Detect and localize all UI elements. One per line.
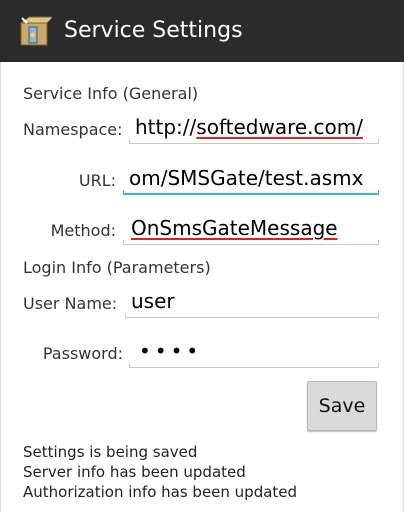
service-info-header: Service Info (General) xyxy=(23,84,199,103)
password-label: Password: xyxy=(42,344,123,363)
url-label: URL: xyxy=(78,171,116,190)
method-input[interactable]: OnSmsGateMessage xyxy=(123,213,379,247)
app-title: Service Settings xyxy=(64,18,243,43)
username-value: user xyxy=(131,289,175,313)
password-underline xyxy=(129,363,379,368)
namespace-label: Namespace: xyxy=(23,120,123,139)
status-message: Settings is being saved xyxy=(23,443,198,461)
method-value: OnSmsGateMessage xyxy=(131,216,338,240)
url-underline xyxy=(123,190,379,195)
password-input[interactable]: •••• xyxy=(129,336,379,370)
method-underline xyxy=(123,240,379,245)
namespace-input[interactable]: http://softedware.com/ xyxy=(129,112,379,146)
url-value: om/SMSGate/test.asmx xyxy=(129,166,364,190)
namespace-value: softedware.com/ xyxy=(196,115,363,139)
title-bar: Service Settings xyxy=(0,0,404,62)
username-label: User Name: xyxy=(23,294,118,313)
method-label: Method: xyxy=(50,221,116,240)
password-value: •••• xyxy=(139,339,203,363)
settings-form: Service Info (General) Namespace: http:/… xyxy=(0,62,404,512)
username-input[interactable]: user xyxy=(125,286,379,320)
package-service-icon xyxy=(19,16,52,46)
namespace-underline xyxy=(129,139,379,144)
login-info-header: Login Info (Parameters) xyxy=(23,258,211,277)
username-underline xyxy=(125,313,379,318)
status-message: Server info has been updated xyxy=(23,463,246,481)
url-input[interactable]: om/SMSGate/test.asmx xyxy=(123,163,379,197)
save-button[interactable]: Save xyxy=(307,381,377,431)
status-message: Authorization info has been updated xyxy=(23,483,298,501)
